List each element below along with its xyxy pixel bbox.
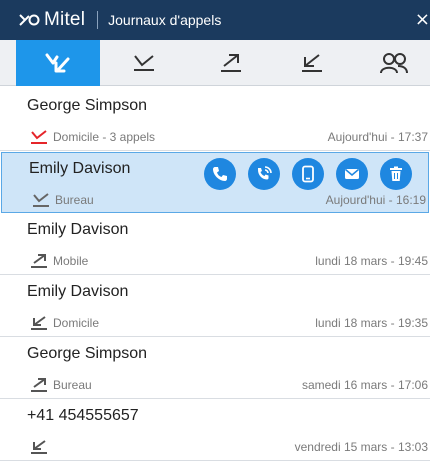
callback-icon — [258, 166, 272, 180]
outgoing-call-icon — [31, 378, 47, 392]
missed-call-icon — [134, 55, 154, 71]
tab-contacts[interactable] — [368, 40, 420, 86]
window-title: Journaux d'appels — [108, 12, 222, 28]
call-filter-tabs — [0, 40, 430, 86]
call-row[interactable]: George Simpson Domicile - 3 appels Aujou… — [0, 90, 430, 151]
mobile-phone-icon — [302, 165, 314, 183]
call-row[interactable]: Emily Davison Mobile lundi 18 mars - 19:… — [0, 214, 430, 275]
incoming-call-icon — [31, 316, 47, 330]
tab-missed[interactable] — [118, 40, 170, 86]
email-icon — [345, 168, 359, 179]
call-button[interactable] — [204, 158, 236, 190]
delete-button[interactable] — [380, 158, 412, 190]
call-label: Bureau — [55, 193, 94, 207]
caller-name: Emily Davison — [27, 283, 129, 300]
caller-name: Emily Davison — [27, 221, 129, 238]
call-time: lundi 18 mars - 19:35 — [315, 316, 428, 330]
missed-call-icon — [33, 193, 49, 207]
call-row-selected[interactable]: Emily Davison Bureau Aujourd'hui - 16:19 — [1, 152, 429, 213]
call-log-list: George Simpson Domicile - 3 appels Aujou… — [0, 90, 430, 475]
phone-icon — [213, 167, 227, 181]
call-time: Aujourd'hui - 16:19 — [325, 193, 426, 207]
missed-call-icon — [31, 130, 47, 144]
tab-incoming[interactable] — [286, 40, 338, 86]
brand-name: Mitel — [44, 9, 86, 30]
mitel-logo: Mitel — [18, 9, 85, 31]
caller-name: Emily Davison — [29, 160, 131, 177]
close-icon[interactable]: × — [414, 9, 430, 31]
call-label: Domicile — [53, 316, 100, 330]
caller-name: George Simpson — [27, 345, 148, 362]
caller-name: George Simpson — [27, 97, 148, 114]
row-actions — [204, 158, 424, 192]
trash-icon — [390, 166, 402, 181]
title-bar: Mitel Journaux d'appels × — [0, 0, 430, 40]
incoming-call-icon — [302, 54, 322, 72]
outgoing-call-icon — [31, 254, 47, 268]
mitel-logo-icon — [19, 14, 40, 26]
email-button[interactable] — [336, 158, 368, 190]
call-label: Domicile - 3 appels — [53, 130, 156, 144]
call-time: vendredi 15 mars - 13:03 — [294, 440, 428, 454]
caller-number: +41 454555657 — [27, 407, 139, 424]
contacts-icon — [380, 53, 408, 74]
call-label: Mobile — [53, 254, 89, 268]
mobile-call-button[interactable] — [292, 158, 324, 190]
incoming-call-icon — [31, 440, 47, 454]
call-time: lundi 18 mars - 19:45 — [315, 254, 428, 268]
tab-all-calls[interactable] — [16, 40, 100, 86]
title-separator — [97, 11, 99, 29]
call-row[interactable]: George Simpson Bureau samedi 16 mars - 1… — [0, 338, 430, 399]
outgoing-call-icon — [221, 54, 241, 72]
callback-button[interactable] — [248, 158, 280, 190]
call-label: Bureau — [53, 378, 92, 392]
call-row[interactable]: +41 454555657 vendredi 15 mars - 13:03 — [0, 400, 430, 461]
call-time: Aujourd'hui - 17:37 — [327, 130, 428, 144]
call-row[interactable]: Emily Davison Domicile lundi 18 mars - 1… — [0, 276, 430, 337]
missed-received-arrows-icon — [45, 53, 70, 73]
tab-outgoing[interactable] — [205, 40, 257, 86]
call-time: samedi 16 mars - 17:06 — [301, 378, 428, 392]
